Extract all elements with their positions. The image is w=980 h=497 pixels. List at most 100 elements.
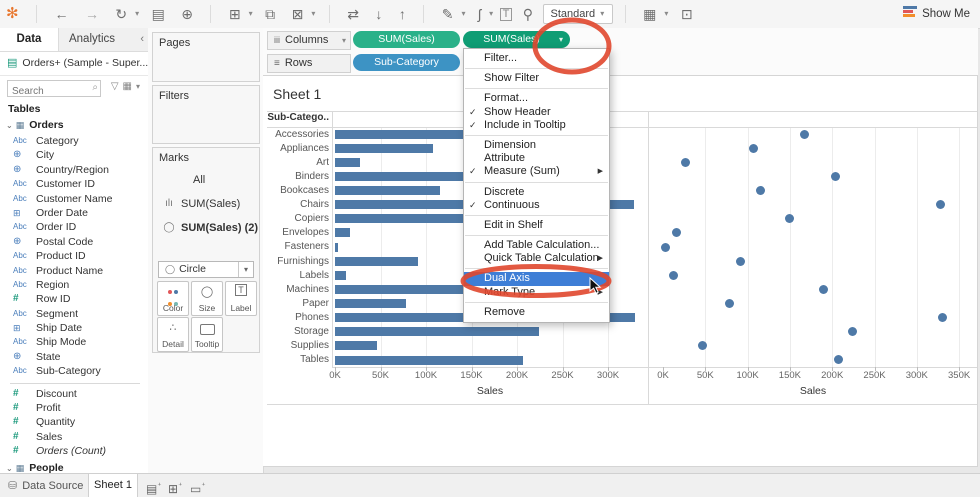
- group-caret-icon[interactable]: ▾: [487, 0, 495, 28]
- field-category[interactable]: Abc Category: [0, 134, 148, 148]
- clear-sheet-icon[interactable]: ⊠: [286, 0, 310, 28]
- new-story-tab-icon[interactable]: ▭⁺: [190, 474, 206, 497]
- menu-item-dual-axis[interactable]: Dual Axis: [464, 272, 609, 286]
- field-ship-mode[interactable]: Abc Ship Mode: [0, 335, 148, 349]
- swap-axes-icon[interactable]: ⇄: [341, 0, 365, 28]
- bar-envelopes[interactable]: [335, 228, 350, 238]
- collapse-table-icon[interactable]: ⌄: [0, 121, 16, 130]
- field-sales[interactable]: # Sales: [0, 430, 148, 444]
- highlight-icon[interactable]: ✎: [436, 0, 460, 28]
- pill-caret-icon[interactable]: ▾: [559, 31, 563, 48]
- bar-art[interactable]: [335, 157, 360, 167]
- axis-title-sales[interactable]: Sales: [783, 385, 843, 397]
- row-label-art[interactable]: Art: [267, 157, 329, 168]
- bar-paper[interactable]: [335, 299, 407, 309]
- table-orders[interactable]: ⌄ ▦ Orders: [0, 118, 148, 133]
- row-label-furnishings[interactable]: Furnishings: [267, 256, 329, 267]
- tab-data[interactable]: Data: [0, 28, 59, 51]
- show-mark-cards-icon[interactable]: ▦: [637, 0, 662, 28]
- row-label-phones[interactable]: Phones: [267, 312, 329, 323]
- rows-shelf-label[interactable]: ≡ Rows: [267, 54, 351, 73]
- dot-machines[interactable]: [818, 284, 828, 294]
- menu-item-attribute[interactable]: Attribute: [464, 152, 609, 165]
- row-label-bookcases[interactable]: Bookcases: [267, 185, 329, 196]
- mark-type-dropdown[interactable]: ◯ Circle ▾: [158, 261, 254, 278]
- sort-ascending-icon[interactable]: ↓: [369, 0, 388, 28]
- columns-shelf-label[interactable]: iii Columns ▾: [267, 31, 351, 50]
- show-me-button[interactable]: Show Me: [903, 0, 970, 28]
- menu-item-mark-type[interactable]: Mark Type ▶: [464, 286, 609, 299]
- group-members-icon[interactable]: ʃ: [472, 0, 487, 28]
- row-label-appliances[interactable]: Appliances: [267, 143, 329, 154]
- view-caret-icon[interactable]: ▾: [134, 82, 142, 91]
- detail-button[interactable]: ∴ Detail: [157, 317, 189, 352]
- bar-copiers[interactable]: [335, 214, 472, 224]
- field-ship-date[interactable]: ⊞ Ship Date: [0, 321, 148, 335]
- dot-binders[interactable]: [830, 171, 840, 181]
- marks-item-sum-sales[interactable]: ılı SUM(Sales): [153, 192, 259, 216]
- field-quantity[interactable]: # Quantity: [0, 415, 148, 429]
- bar-tables[interactable]: [335, 355, 524, 365]
- field-profit[interactable]: # Profit: [0, 401, 148, 415]
- dot-phones[interactable]: [937, 313, 947, 323]
- dot-labels[interactable]: [669, 270, 679, 280]
- filters-shelf[interactable]: Filters: [152, 85, 260, 144]
- field-postal-code[interactable]: ⊕ Postal Code: [0, 235, 148, 249]
- row-label-copiers[interactable]: Copiers: [267, 213, 329, 224]
- expand-table-icon[interactable]: ⌄: [0, 464, 16, 473]
- cards-caret-icon[interactable]: ▾: [662, 0, 670, 28]
- filter-fields-icon[interactable]: ▽: [109, 81, 121, 92]
- search-input[interactable]: [8, 84, 86, 98]
- row-label-binders[interactable]: Binders: [267, 171, 329, 182]
- dot-bookcases[interactable]: [755, 186, 765, 196]
- menu-item-remove[interactable]: Remove: [464, 306, 609, 319]
- field-order-date[interactable]: ⊞ Order Date: [0, 206, 148, 220]
- row-label-fasteners[interactable]: Fasteners: [267, 241, 329, 252]
- field-product-id[interactable]: Abc Product ID: [0, 249, 148, 263]
- size-button[interactable]: ◯ Size: [191, 281, 223, 316]
- field-region[interactable]: Abc Region: [0, 278, 148, 292]
- tab-analytics[interactable]: Analytics: [58, 28, 126, 51]
- dot-paper[interactable]: [724, 299, 734, 308]
- bar-furnishings[interactable]: [335, 256, 419, 266]
- dot-furnishings[interactable]: [736, 256, 746, 266]
- show-mark-labels-icon[interactable]: T: [499, 8, 513, 21]
- menu-item-add-table-calculation[interactable]: Add Table Calculation...: [464, 239, 609, 252]
- marks-item-all[interactable]: All: [153, 168, 259, 192]
- dot-accessories[interactable]: [800, 129, 810, 139]
- row-label-paper[interactable]: Paper: [267, 298, 329, 309]
- bar-bookcases[interactable]: [335, 186, 440, 196]
- row-field-header[interactable]: Sub-Catego..: [265, 112, 329, 123]
- tableau-logo-icon[interactable]: ✻: [0, 0, 25, 28]
- field-customer-id[interactable]: Abc Customer ID: [0, 177, 148, 191]
- field-country-region[interactable]: ⊕ Country/Region: [0, 163, 148, 177]
- row-label-supplies[interactable]: Supplies: [267, 340, 329, 351]
- dot-fasteners[interactable]: [661, 242, 671, 252]
- pill-sum-sales-2[interactable]: SUM(Sales) ▾: [463, 31, 570, 48]
- field-orders-count[interactable]: # Orders (Count): [0, 444, 148, 458]
- field-row-id[interactable]: # Row ID: [0, 292, 148, 306]
- save-icon[interactable]: ▤: [146, 0, 171, 28]
- axis-title-sales[interactable]: Sales: [460, 385, 520, 397]
- row-label-envelopes[interactable]: Envelopes: [267, 227, 329, 238]
- bar-labels[interactable]: [335, 270, 347, 280]
- back-icon[interactable]: ←: [48, 0, 74, 28]
- new-dashboard-tab-icon[interactable]: ⊞⁺: [168, 474, 182, 497]
- bar-fasteners[interactable]: [335, 242, 338, 252]
- menu-item-edit-in-shelf[interactable]: Edit in Shelf: [464, 219, 609, 232]
- columns-caret-icon[interactable]: ▾: [342, 32, 346, 49]
- bar-supplies[interactable]: [335, 341, 378, 351]
- row-label-labels[interactable]: Labels: [267, 270, 329, 281]
- field-city[interactable]: ⊕ City: [0, 148, 148, 162]
- menu-item-quick-table-calculation[interactable]: Quick Table Calculation ▶: [464, 252, 609, 265]
- field-state[interactable]: ⊕ State: [0, 350, 148, 364]
- sort-descending-icon[interactable]: ↑: [393, 0, 412, 28]
- new-worksheet-tab-icon[interactable]: ▤⁺: [146, 474, 162, 497]
- replay-icon[interactable]: ↻: [109, 0, 133, 28]
- menu-item-format[interactable]: Format...: [464, 92, 609, 105]
- row-label-accessories[interactable]: Accessories: [267, 129, 329, 140]
- bar-storage[interactable]: [335, 327, 539, 337]
- label-button[interactable]: T Label: [225, 281, 257, 316]
- row-label-storage[interactable]: Storage: [267, 326, 329, 337]
- row-label-tables[interactable]: Tables: [267, 354, 329, 365]
